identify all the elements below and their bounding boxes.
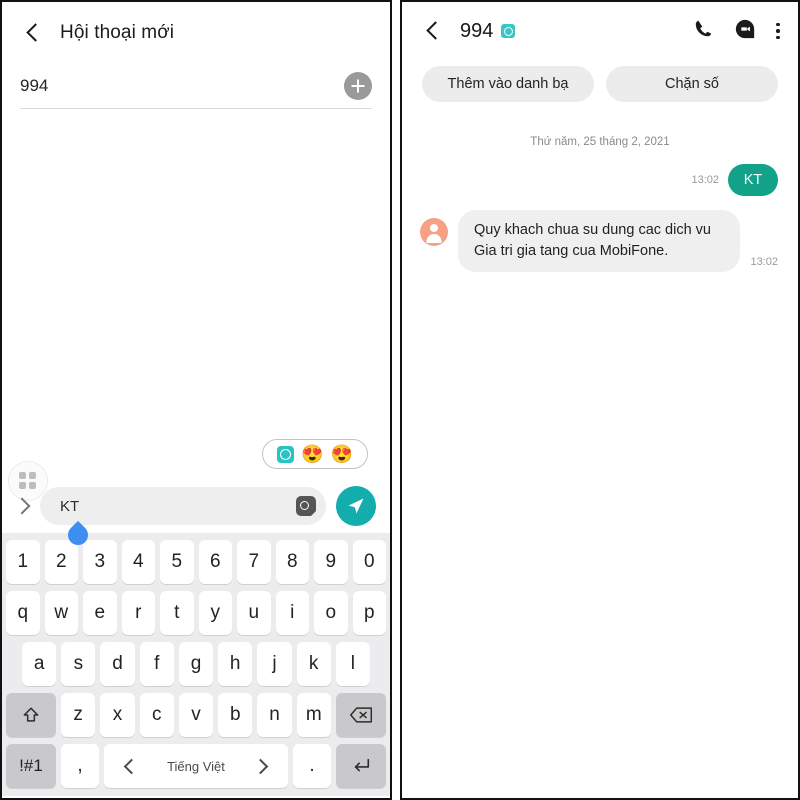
keyboard-row-numbers: 1 2 3 4 5 6 7 8 9 0 — [6, 540, 386, 584]
key-8[interactable]: 8 — [275, 540, 309, 584]
key-e[interactable]: e — [83, 591, 117, 635]
message-timestamp: 13:02 — [750, 256, 778, 269]
key-x[interactable]: x — [100, 693, 135, 737]
left-phone-screen: Hội thoại mới 994 😍 😍 KT 1 2 3 4 5 6 7 8… — [0, 0, 392, 800]
key-m[interactable]: m — [296, 693, 331, 737]
emoji-suggestion-2[interactable]: 😍 — [331, 445, 353, 463]
send-button[interactable] — [336, 486, 376, 526]
key-j[interactable]: j — [257, 642, 292, 686]
key-h[interactable]: h — [218, 642, 253, 686]
shift-arrow-icon[interactable] — [6, 693, 57, 737]
key-2[interactable]: 2 — [44, 540, 78, 584]
virtual-keyboard: 1 2 3 4 5 6 7 8 9 0 q w e r t y u i o p … — [2, 533, 390, 796]
back-chevron-icon[interactable] — [420, 18, 446, 44]
message-input-bar: KT — [2, 461, 390, 550]
key-g[interactable]: g — [178, 642, 214, 686]
key-r[interactable]: r — [121, 591, 155, 635]
recipient-input[interactable]: 994 — [20, 76, 344, 96]
verified-business-badge-icon — [501, 24, 516, 38]
add-recipient-button[interactable] — [344, 72, 372, 100]
key-6[interactable]: 6 — [198, 540, 232, 584]
key-b[interactable]: b — [218, 693, 253, 737]
key-w[interactable]: w — [44, 591, 78, 635]
comma-key[interactable]: , — [61, 744, 99, 788]
message-input-value[interactable]: KT — [60, 498, 296, 515]
key-q[interactable]: q — [6, 591, 40, 635]
keyboard-row-top: q w e r t y u i o p — [6, 591, 386, 635]
suggestion-strip: 😍 😍 — [2, 439, 390, 479]
key-i[interactable]: i — [275, 591, 309, 635]
emoji-suggestion-pill[interactable]: 😍 😍 — [262, 439, 368, 469]
compose-empty-area — [2, 109, 390, 439]
key-p[interactable]: p — [352, 591, 386, 635]
key-l[interactable]: l — [335, 642, 370, 686]
keyboard-row-bottom: z x c v b n m — [6, 693, 386, 737]
conversation-header: 994 — [402, 2, 798, 60]
more-options-icon[interactable] — [776, 22, 780, 40]
sticker-icon[interactable] — [296, 496, 316, 516]
keyboard-row-home: a s d f g h j k l — [6, 642, 386, 686]
recipient-field-row[interactable]: 994 — [2, 64, 390, 108]
key-y[interactable]: y — [198, 591, 232, 635]
key-f[interactable]: f — [139, 642, 174, 686]
page-title: Hội thoại mới — [60, 22, 175, 43]
symbols-key[interactable]: !#1 — [6, 744, 56, 788]
conversation-title: 994 — [460, 19, 494, 42]
header-actions — [693, 18, 780, 45]
back-chevron-icon[interactable] — [20, 20, 46, 46]
key-9[interactable]: 9 — [314, 540, 348, 584]
key-n[interactable]: n — [257, 693, 292, 737]
video-call-icon[interactable] — [734, 18, 756, 45]
key-d[interactable]: d — [100, 642, 135, 686]
key-v[interactable]: v — [178, 693, 214, 737]
key-c[interactable]: c — [139, 693, 174, 737]
key-u[interactable]: u — [237, 591, 271, 635]
key-k[interactable]: k — [296, 642, 331, 686]
message-row-outgoing[interactable]: 13:02 KT — [402, 164, 798, 196]
sticker-icon[interactable] — [277, 445, 295, 463]
key-1[interactable]: 1 — [6, 540, 40, 584]
period-key[interactable]: . — [293, 744, 331, 788]
message-bubble-outgoing[interactable]: KT — [728, 164, 778, 196]
space-key[interactable]: Tiếng Việt — [104, 744, 288, 788]
key-4[interactable]: 4 — [121, 540, 155, 584]
enter-return-icon[interactable] — [336, 744, 386, 788]
message-timestamp: 13:02 — [691, 174, 719, 186]
keyboard-row-function: !#1 , Tiếng Việt . — [6, 744, 386, 788]
key-5[interactable]: 5 — [160, 540, 194, 584]
add-to-contacts-button[interactable]: Thêm vào danh bạ — [422, 66, 594, 102]
key-a[interactable]: a — [22, 642, 57, 686]
key-0[interactable]: 0 — [352, 540, 386, 584]
phone-call-icon[interactable] — [693, 18, 714, 44]
screenshot-stage: Hội thoại mới 994 😍 😍 KT 1 2 3 4 5 6 7 8… — [0, 0, 800, 800]
chevron-right-icon[interactable] — [252, 758, 269, 774]
right-phone-screen: 994 Thêm vào danh bạ Chặn số Thứ năm, 25… — [400, 0, 800, 800]
quick-action-row: Thêm vào danh bạ Chặn số — [402, 60, 798, 102]
backspace-icon[interactable] — [335, 693, 386, 737]
key-s[interactable]: s — [61, 642, 96, 686]
message-input-field[interactable]: KT — [40, 487, 326, 550]
message-bubble-incoming[interactable]: Quy khach chua su dung cac dich vu Gia t… — [458, 210, 741, 273]
key-t[interactable]: t — [160, 591, 194, 635]
chevron-right-icon[interactable] — [10, 493, 36, 519]
message-row-incoming[interactable]: Quy khach chua su dung cac dich vu Gia t… — [402, 210, 798, 273]
key-z[interactable]: z — [61, 693, 96, 737]
new-conversation-header: Hội thoại mới — [2, 2, 390, 64]
key-7[interactable]: 7 — [237, 540, 271, 584]
date-separator: Thứ năm, 25 tháng 2, 2021 — [530, 136, 670, 148]
keyboard-language-label: Tiếng Việt — [167, 758, 225, 774]
key-3[interactable]: 3 — [83, 540, 117, 584]
emoji-suggestion-1[interactable]: 😍 — [301, 445, 323, 463]
block-number-button[interactable]: Chặn số — [606, 66, 778, 102]
key-o[interactable]: o — [314, 591, 348, 635]
person-avatar-icon — [420, 218, 448, 246]
chevron-left-icon[interactable] — [123, 758, 140, 774]
